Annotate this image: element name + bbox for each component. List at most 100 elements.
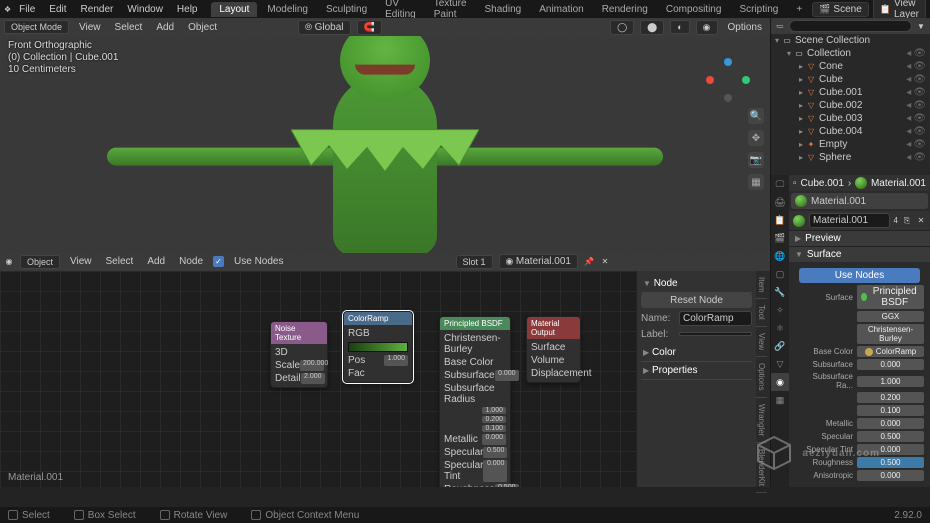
- props-field[interactable]: 0.000: [857, 418, 924, 429]
- workspace-tab[interactable]: Animation: [531, 2, 591, 17]
- orientation-dropdown[interactable]: ⦾ Global: [298, 20, 351, 35]
- menu-edit[interactable]: Edit: [43, 2, 72, 17]
- vp-menu-add[interactable]: Add: [152, 21, 178, 34]
- hide-icon[interactable]: 👁: [913, 48, 926, 59]
- props-number-field[interactable]: 0.100: [857, 405, 924, 416]
- shading-rendered-icon[interactable]: ◉: [696, 20, 718, 35]
- reset-node-button[interactable]: Reset Node: [641, 293, 752, 308]
- node-material-output[interactable]: Material Output Surface Volume Displacem…: [526, 316, 581, 383]
- props-field[interactable]: ColorRamp: [857, 346, 924, 357]
- sidebar-tab-wrangler[interactable]: Wrangler: [756, 398, 767, 443]
- new-material-icon[interactable]: ⎘: [902, 216, 912, 226]
- sidebar-tab-view[interactable]: View: [756, 327, 767, 357]
- use-nodes-checkbox[interactable]: ✓: [213, 256, 224, 267]
- persp-icon[interactable]: ▦: [748, 174, 764, 190]
- vp-menu-view[interactable]: View: [75, 21, 105, 34]
- props-tab-modifier-icon[interactable]: 🔧: [771, 283, 789, 301]
- props-tab-physics-icon[interactable]: ⚛: [771, 319, 789, 337]
- props-tab-constraints-icon[interactable]: 🔗: [771, 337, 789, 355]
- workspace-tab[interactable]: Compositing: [658, 2, 730, 17]
- node-menu-node[interactable]: Node: [175, 255, 207, 268]
- mode-dropdown[interactable]: Object Mode: [4, 20, 69, 34]
- node-noise-texture[interactable]: Noise Texture 3D Scale200.000 Detail2.00…: [270, 321, 328, 388]
- props-tab-world-icon[interactable]: 🌐: [771, 247, 789, 265]
- filter-icon[interactable]: ▼: [916, 21, 926, 31]
- sidebar-tab-tool[interactable]: Tool: [756, 299, 767, 327]
- restrict-select-icon[interactable]: ◂: [906, 48, 911, 59]
- node-menu-select[interactable]: Select: [102, 255, 138, 268]
- 3d-viewport[interactable]: Object Mode View Select Add Object ⦾ Glo…: [0, 18, 770, 253]
- editor-type-icon[interactable]: ◉: [4, 257, 14, 267]
- props-tab-particles-icon[interactable]: ✧: [771, 301, 789, 319]
- material-name-input[interactable]: Material.001: [809, 213, 890, 228]
- props-tab-scene-icon[interactable]: 🎬: [771, 229, 789, 247]
- outliner-item[interactable]: ▸▽Sphere◂👁: [771, 151, 930, 164]
- workspace-tab[interactable]: Rendering: [594, 2, 656, 17]
- shading-solid-icon[interactable]: ⬤: [640, 20, 664, 35]
- workspace-tab[interactable]: Shading: [477, 2, 530, 17]
- props-tab-object-icon[interactable]: ▢: [771, 265, 789, 283]
- outliner-item[interactable]: ▸▽Cone◂👁: [771, 60, 930, 73]
- nav-gizmo[interactable]: [706, 58, 750, 102]
- move-icon[interactable]: ✥: [748, 130, 764, 146]
- node-principled-bsdf[interactable]: Principled BSDF Christensen-BurleyBase C…: [439, 316, 511, 488]
- menu-file[interactable]: File: [13, 2, 41, 17]
- node-menu-add[interactable]: Add: [143, 255, 169, 268]
- menu-render[interactable]: Render: [75, 2, 120, 17]
- outliner-item[interactable]: ▸▽Cube.002◂👁: [771, 99, 930, 112]
- unlink-icon[interactable]: ✕: [916, 216, 926, 226]
- outliner-item[interactable]: ▸✦Empty◂👁: [771, 138, 930, 151]
- props-field[interactable]: 0.000: [857, 359, 924, 370]
- sidebar-tab-blenderkit[interactable]: BlenderKit: [756, 443, 767, 493]
- panel-surface[interactable]: ▼Surface: [789, 246, 930, 262]
- props-field[interactable]: 0.500: [857, 457, 924, 468]
- ggx-dropdown[interactable]: GGX: [857, 311, 924, 322]
- shading-wireframe-icon[interactable]: ◯: [610, 20, 634, 35]
- outliner-item[interactable]: ▸▽Cube.001◂👁: [771, 86, 930, 99]
- snap-dropdown[interactable]: 🧲: [357, 20, 382, 35]
- node-menu-view[interactable]: View: [66, 255, 96, 268]
- shading-matprev-icon[interactable]: ◐: [670, 20, 689, 34]
- workspace-add[interactable]: +: [788, 2, 810, 17]
- vp-menu-select[interactable]: Select: [111, 21, 147, 34]
- outliner-item[interactable]: ▸▽Cube.003◂👁: [771, 112, 930, 125]
- panel-preview[interactable]: ▶Preview: [789, 230, 930, 246]
- props-number-field[interactable]: 1.000: [857, 376, 924, 387]
- options-dropdown[interactable]: Options: [724, 21, 766, 34]
- scene-selector[interactable]: 🎬 Scene: [812, 2, 869, 17]
- props-tab-data-icon[interactable]: ▽: [771, 355, 789, 373]
- outliner-item[interactable]: ▸▽Cube.004◂👁: [771, 125, 930, 138]
- close-icon[interactable]: ✕: [600, 257, 610, 267]
- slot-dropdown[interactable]: Slot 1: [456, 255, 493, 269]
- material-slot[interactable]: Material.001: [791, 193, 928, 209]
- workspace-tab[interactable]: Layout: [211, 2, 257, 17]
- menu-window[interactable]: Window: [121, 2, 169, 17]
- outliner-search[interactable]: [789, 20, 912, 32]
- node-label-input[interactable]: [679, 332, 752, 336]
- node-colorramp[interactable]: ColorRamp RGB Pos1.000 Fac: [343, 311, 413, 383]
- zoom-icon[interactable]: 🔍: [748, 108, 764, 124]
- outliner-scene-collection[interactable]: ▾▭Scene Collection: [771, 34, 930, 47]
- subsurface-method-dropdown[interactable]: Christensen-Burley: [857, 324, 924, 344]
- menu-help[interactable]: Help: [171, 2, 204, 17]
- props-tab-render-icon[interactable]: 🖵: [771, 175, 789, 193]
- node-type-dropdown[interactable]: Object: [20, 255, 60, 269]
- props-tab-viewlayer-icon[interactable]: 📋: [771, 211, 789, 229]
- sidebar-tab-item[interactable]: Item: [756, 271, 767, 300]
- outliner-item[interactable]: ▸▽Cube◂👁: [771, 73, 930, 86]
- node-name-input[interactable]: ColorRamp: [679, 311, 752, 326]
- props-field[interactable]: 0.500: [857, 431, 924, 442]
- outliner-collection[interactable]: ▾▭Collection◂👁: [771, 47, 930, 60]
- props-tab-material-icon[interactable]: ◉: [771, 373, 789, 391]
- workspace-tab[interactable]: Scripting: [731, 2, 786, 17]
- sidebar-tab-options[interactable]: Options: [756, 357, 767, 398]
- outliner-icon[interactable]: ≔: [775, 21, 785, 31]
- props-tab-output-icon[interactable]: 🖨: [771, 193, 789, 211]
- surface-shader-dropdown[interactable]: Principled BSDF: [857, 285, 924, 309]
- pin-icon[interactable]: 📌: [584, 257, 594, 267]
- vp-menu-object[interactable]: Object: [184, 21, 221, 34]
- colorramp-gradient[interactable]: [348, 342, 408, 352]
- props-tab-texture-icon[interactable]: ▦: [771, 391, 789, 409]
- material-selector[interactable]: ◉ Material.001: [499, 254, 578, 269]
- props-field[interactable]: 0.000: [857, 444, 924, 455]
